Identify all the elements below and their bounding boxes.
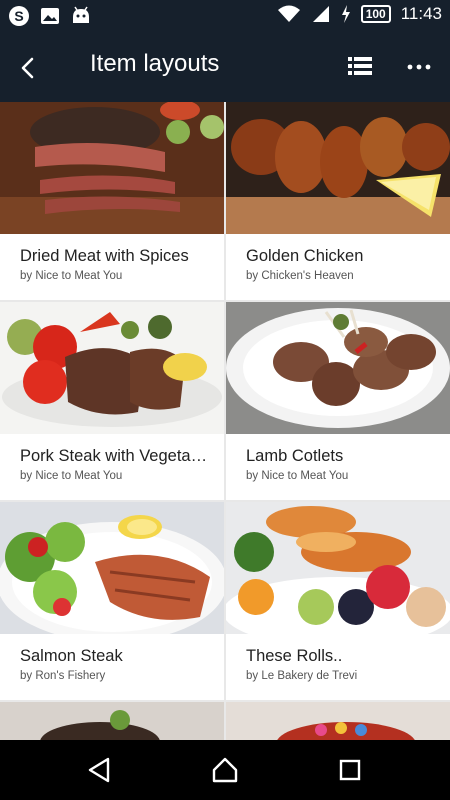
list-view-icon[interactable] [345, 52, 375, 82]
item-name: Pork Steak with Vegetables [20, 447, 210, 465]
lamb-cotlets-image [226, 302, 450, 434]
item-card-salmon-steak[interactable]: Salmon Steak by Ron's Fishery [0, 502, 224, 700]
back-arrow-icon[interactable] [14, 54, 42, 82]
golden-chicken-image [226, 102, 450, 234]
partial-image-left [0, 702, 224, 740]
status-time: 11:43 [400, 4, 442, 23]
item-author: by Ron's Fishery [20, 670, 106, 682]
these-rolls-image [226, 502, 450, 634]
status-bar: S 100 11:43 [0, 0, 450, 32]
item-name: Dried Meat with Spices [20, 247, 189, 265]
item-name: Golden Chicken [246, 247, 364, 265]
item-card-partial-right[interactable] [226, 702, 450, 740]
item-grid: Dried Meat with Spices by Nice to Meat Y… [0, 102, 450, 740]
page-title: Item layouts [90, 50, 220, 77]
system-icons: 100 11:43 [277, 4, 442, 24]
item-name: Salmon Steak [20, 647, 123, 665]
battery-level: 100 [360, 5, 391, 23]
item-card-pork-steak[interactable]: Pork Steak with Vegetables by Nice to Me… [0, 302, 224, 500]
svg-text:S: S [14, 8, 23, 24]
wifi-icon [277, 5, 300, 22]
dried-meat-image [0, 102, 224, 234]
nav-recents-icon[interactable] [334, 754, 366, 786]
item-card-golden-chicken[interactable]: Golden Chicken by Chicken's Heaven [226, 102, 450, 300]
skype-icon: S [9, 6, 29, 26]
signal-icon [312, 6, 329, 22]
item-author: by Nice to Meat You [20, 470, 123, 482]
android-icon [73, 6, 89, 23]
pork-steak-image [0, 302, 224, 434]
item-name: These Rolls.. [246, 647, 343, 665]
salmon-steak-image [0, 502, 224, 634]
navigation-bar [0, 740, 450, 800]
item-name: Lamb Cotlets [246, 447, 344, 465]
partial-image-right [226, 702, 450, 740]
charging-icon [341, 5, 350, 23]
image-icon [41, 8, 59, 24]
nav-home-icon[interactable] [209, 754, 241, 786]
item-card-lamb-cotlets[interactable]: Lamb Cotlets by Nice to Meat You [226, 302, 450, 500]
notification-icons: S [8, 5, 92, 27]
item-author: by Nice to Meat You [20, 270, 123, 282]
nav-back-icon[interactable] [84, 754, 116, 786]
item-author: by Nice to Meat You [246, 470, 349, 482]
app-bar: Item layouts [0, 32, 450, 102]
item-card-these-rolls[interactable]: These Rolls.. by Le Bakery de Trevi [226, 502, 450, 700]
item-author: by Le Bakery de Trevi [246, 670, 358, 682]
more-icon[interactable] [404, 52, 434, 82]
item-card-dried-meat[interactable]: Dried Meat with Spices by Nice to Meat Y… [0, 102, 224, 300]
item-card-partial-left[interactable] [0, 702, 224, 740]
item-author: by Chicken's Heaven [246, 270, 354, 282]
